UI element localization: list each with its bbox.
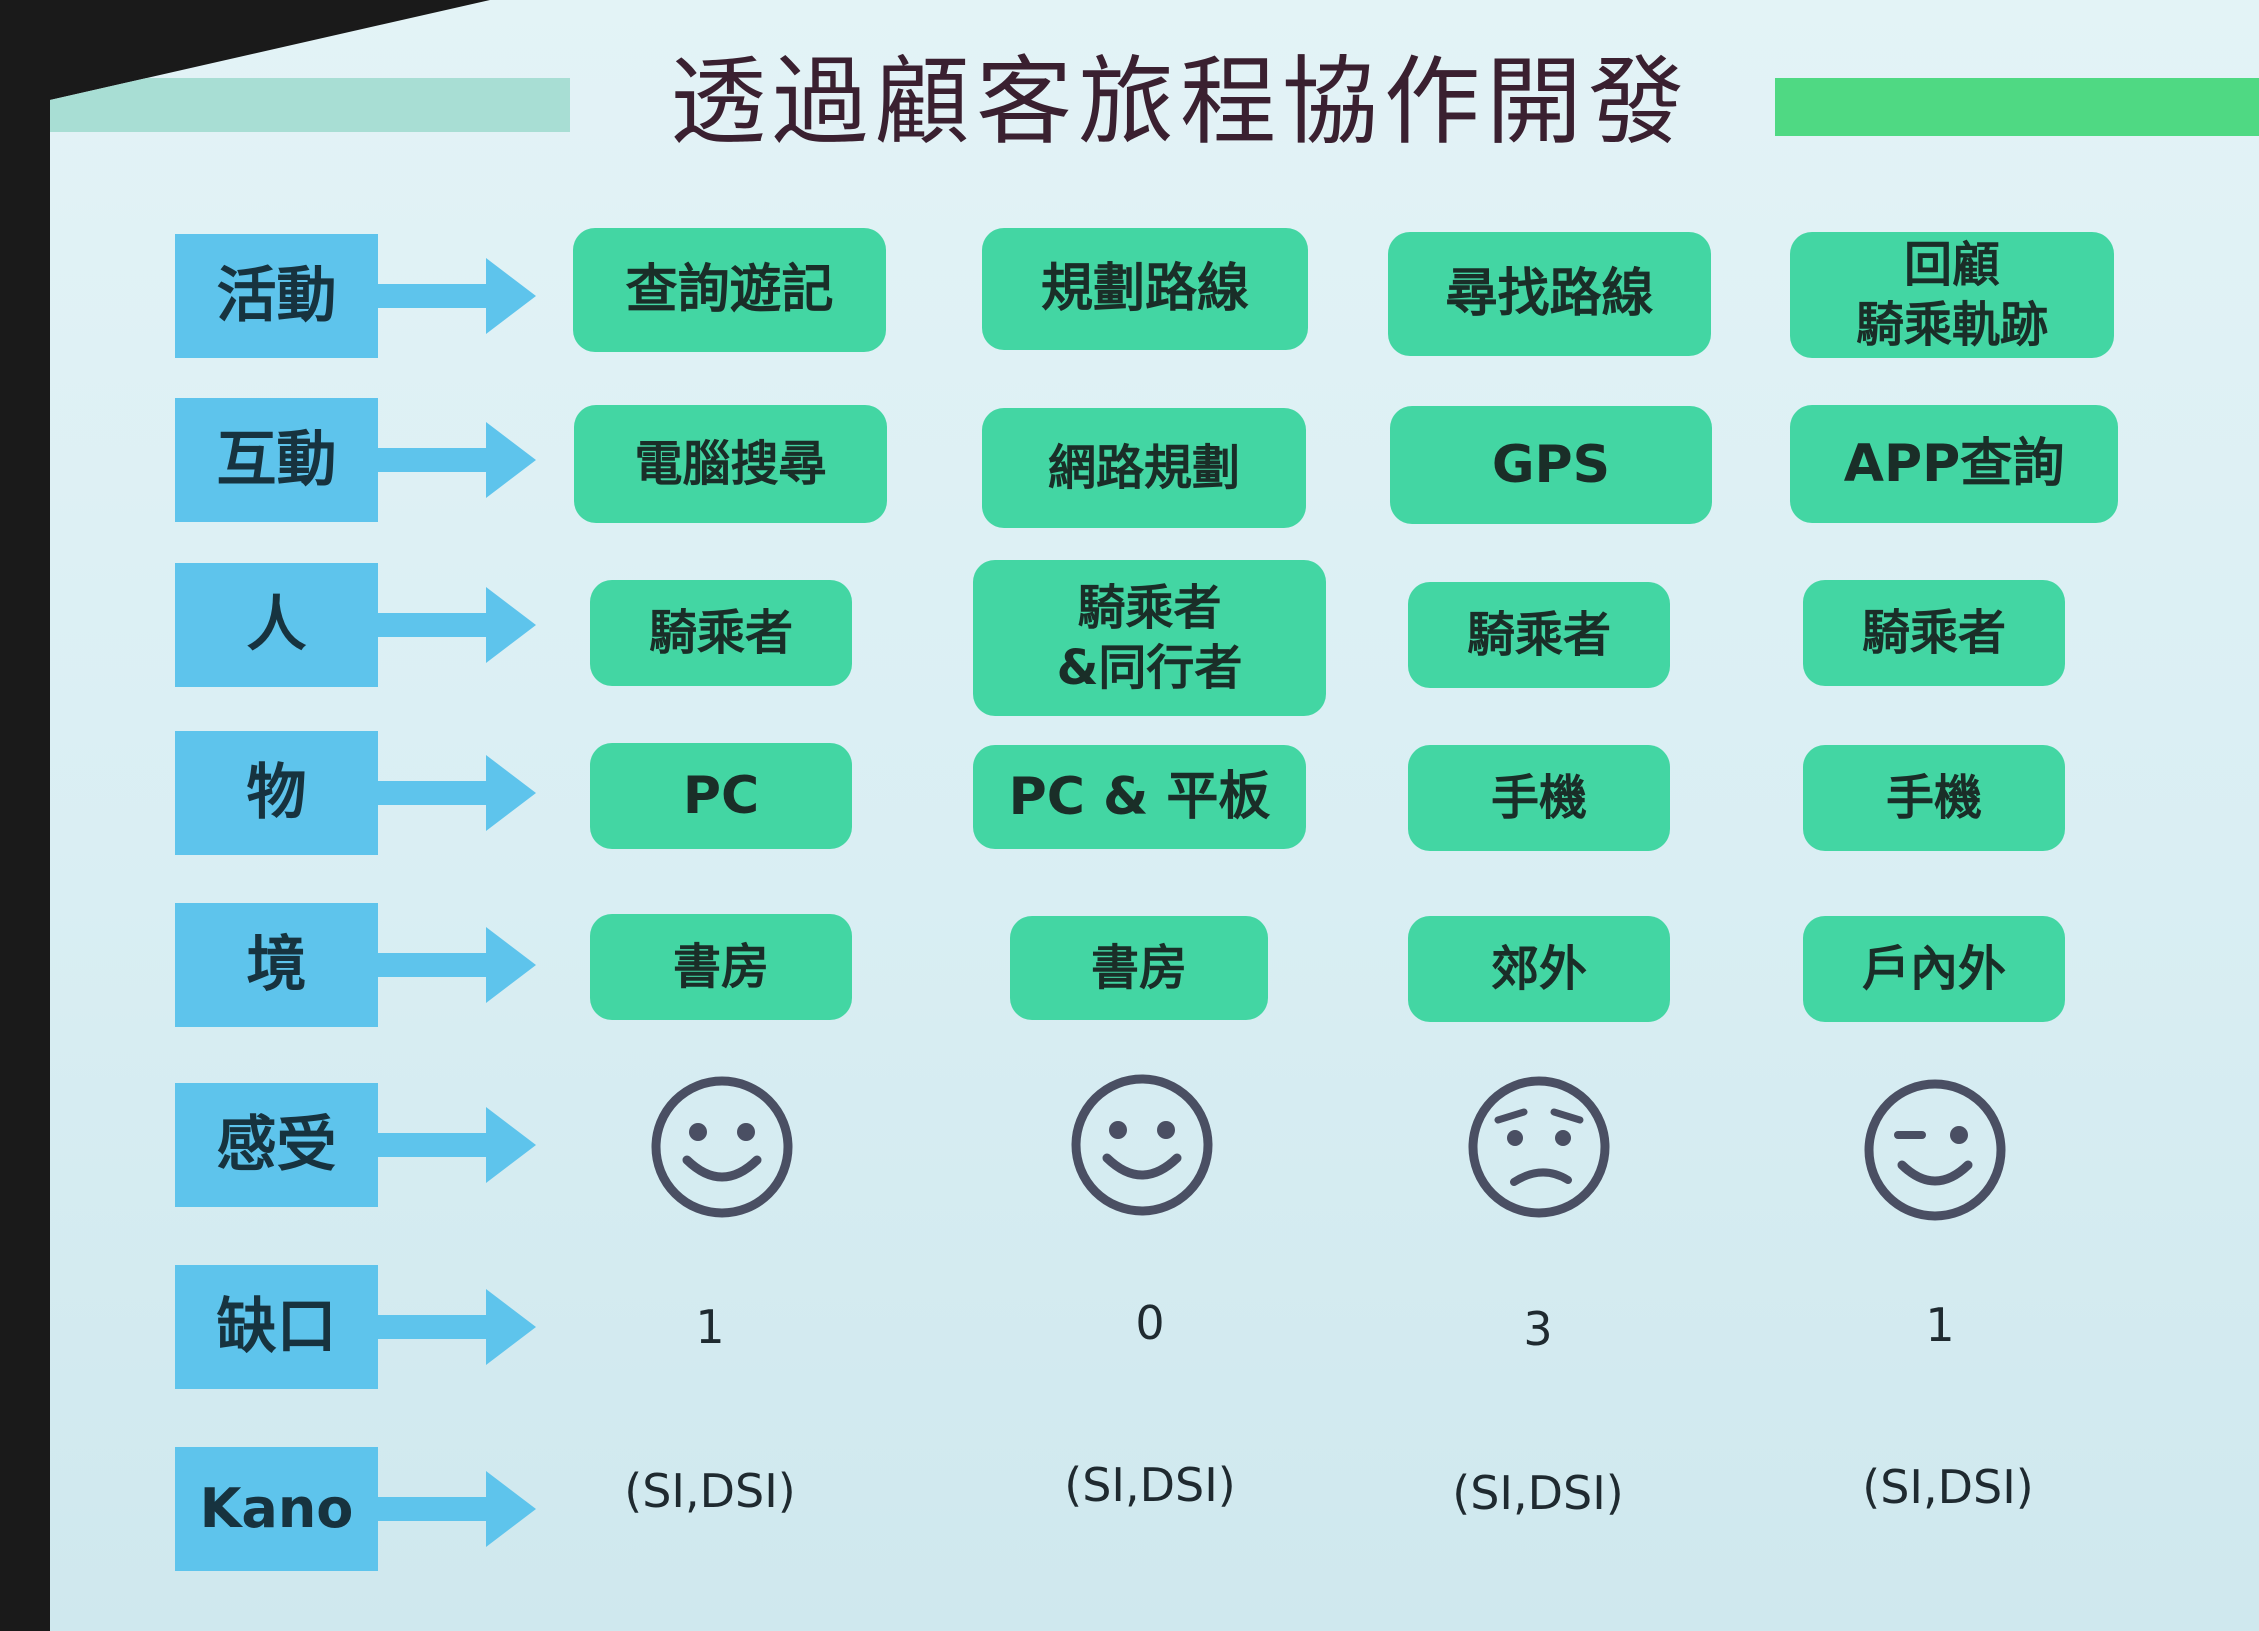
arrow-right-icon: [378, 258, 536, 334]
interaction-box: GPS: [1390, 406, 1712, 524]
activity-box: 規劃路線: [982, 228, 1308, 350]
gap-value: 1: [695, 1300, 725, 1354]
gap-value: 3: [1523, 1302, 1553, 1356]
environment-box: 書房: [1010, 916, 1268, 1020]
arrow-right-icon: [378, 1471, 536, 1547]
kano-value: (SI,DSI): [624, 1464, 796, 1518]
row-label-objects: 物: [175, 731, 378, 855]
object-box: PC & 平板: [973, 745, 1306, 849]
activity-box: 回顧 騎乘軌跡: [1790, 232, 2114, 358]
activity-box: 尋找路線: [1388, 232, 1711, 356]
object-box: 手機: [1408, 745, 1670, 851]
arrow-right-icon: [378, 422, 536, 498]
gap-value: 0: [1135, 1296, 1165, 1350]
arrow-right-icon: [378, 927, 536, 1003]
row-label-interaction: 互動: [175, 398, 378, 522]
activity-box: 查詢遊記: [573, 228, 886, 352]
title-bar-right: [1775, 78, 2259, 136]
kano-value: (SI,DSI): [1452, 1466, 1624, 1520]
interaction-box: 網路規劃: [982, 408, 1306, 528]
people-box: 騎乘者: [1408, 582, 1670, 688]
arrow-right-icon: [378, 1289, 536, 1365]
arrow-right-icon: [378, 755, 536, 831]
people-box: 騎乘者: [1803, 580, 2065, 686]
row-label-kano: Kano: [175, 1447, 378, 1571]
arrow-right-icon: [378, 1107, 536, 1183]
gap-value: 1: [1925, 1298, 1955, 1352]
row-label-people: 人: [175, 563, 378, 687]
row-label-activity: 活動: [175, 234, 378, 358]
arrow-right-icon: [378, 587, 536, 663]
people-box: 騎乘者: [590, 580, 852, 686]
kano-value: (SI,DSI): [1064, 1458, 1236, 1512]
worried-face-icon: [1468, 1076, 1610, 1218]
row-label-gap: 缺口: [175, 1265, 378, 1389]
wink-face-icon: [1864, 1079, 2006, 1221]
interaction-box: 電腦搜尋: [574, 405, 887, 523]
interaction-box: APP查詢: [1790, 405, 2118, 523]
row-label-environment: 境: [175, 903, 378, 1027]
environment-box: 郊外: [1408, 916, 1670, 1022]
slide-title: 透過顧客旅程協作開發: [670, 46, 1690, 158]
slide: 透過顧客旅程協作開發 活動 互動 人 物 境 感受 缺口 Kano 查詢遊記 規…: [50, 0, 2259, 1631]
environment-box: 戶內外: [1803, 916, 2065, 1022]
title-bar-left: [50, 78, 570, 132]
smile-face-icon: [1071, 1074, 1213, 1216]
object-box: 手機: [1803, 745, 2065, 851]
row-label-feelings: 感受: [175, 1083, 378, 1207]
people-box: 騎乘者 &同行者: [973, 560, 1326, 716]
environment-box: 書房: [590, 914, 852, 1020]
kano-value: (SI,DSI): [1862, 1460, 2034, 1514]
object-box: PC: [590, 743, 852, 849]
smile-face-icon: [651, 1076, 793, 1218]
